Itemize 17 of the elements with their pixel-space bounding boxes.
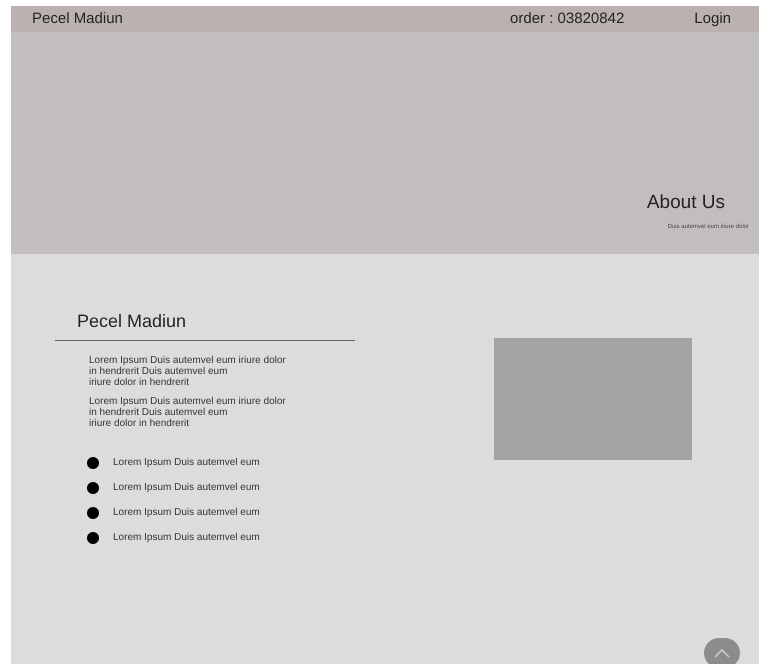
bullet-icon bbox=[87, 532, 99, 544]
section-title: Pecel Madiun bbox=[76, 310, 188, 333]
bullet-text: Lorem Ipsum Duis autemvel eum bbox=[113, 481, 260, 495]
paragraph: Lorem Ipsum Duis autemvel eum iriure dolor in hendrerit Duis autemvel eum iriure dolor in hendrerit bbox=[89, 355, 287, 388]
bullet-text: Lorem Ipsum Duis autemvel eum bbox=[113, 531, 260, 545]
brand-name[interactable]: Pecel Madiun bbox=[32, 8, 510, 30]
bullet-text: Lorem Ipsum Duis autemvel eum bbox=[113, 456, 260, 470]
bullet-icon bbox=[87, 456, 99, 468]
order-number: order : 03820842 bbox=[510, 8, 624, 29]
bullet-text: Lorem Ipsum Duis autemvel eum bbox=[113, 506, 260, 520]
hero-title: About Us bbox=[646, 190, 725, 214]
chevron-up-icon bbox=[714, 648, 730, 658]
scroll-top-button[interactable] bbox=[704, 638, 740, 664]
bullet-icon bbox=[87, 482, 99, 494]
paragraph: Lorem Ipsum Duis autemvel eum iriure dolor in hendrerit Duis autemvel eum iriure dolor in hendrerit bbox=[89, 396, 287, 429]
bullet-icon bbox=[87, 506, 99, 518]
login-link[interactable]: Login bbox=[694, 8, 731, 30]
